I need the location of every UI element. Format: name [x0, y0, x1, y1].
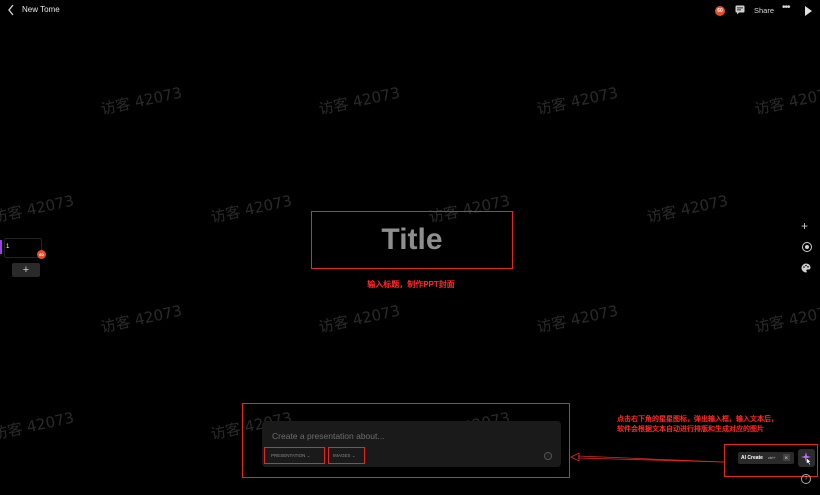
watermark: 访客 42073 [317, 301, 402, 337]
watermark: 访客 42073 [535, 83, 620, 119]
play-icon[interactable] [805, 6, 812, 16]
info-icon[interactable]: i [544, 452, 552, 460]
chevron-left-icon [8, 4, 14, 16]
help-button[interactable]: ? [801, 474, 811, 484]
annotation-line: 点击右下角的星星图标，弹出输入框，输入文本后， [617, 416, 778, 423]
share-button[interactable]: Share [754, 6, 774, 15]
sparkle-icon [801, 452, 812, 466]
images-select[interactable]: IMAGES ⌄ [328, 447, 365, 464]
watermark: 访客 42073 [99, 301, 184, 337]
title-annotation-text: 输入标题，制作PPT封面 [367, 280, 455, 289]
plus-icon[interactable]: + [801, 219, 808, 233]
title-annotation-box: Title [311, 211, 513, 269]
watermark: 访客 42073 [645, 191, 730, 227]
watermark: 访客 42073 [0, 191, 76, 227]
ai-create-button[interactable] [798, 449, 815, 467]
tome-editor: New Tome 60 Share ••• 访客 42073 访客 42073 … [0, 0, 820, 495]
back-button[interactable] [6, 3, 20, 19]
add-slide-button[interactable]: + [12, 263, 40, 277]
watermark: 访客 42073 [317, 83, 402, 119]
prompt-input[interactable] [272, 430, 542, 442]
presentation-type-select[interactable]: PRESENTATION ⌄ [264, 447, 325, 464]
document-title[interactable]: New Tome [22, 5, 60, 14]
annotation-line: 软件会根据文本自动进行排版和生成对应的图片 [617, 426, 764, 433]
top-bar: New Tome 60 Share ••• [0, 0, 820, 22]
watermark: 访客 42073 [753, 83, 820, 119]
watermark: 访客 42073 [99, 83, 184, 119]
watermark: 访客 42073 [753, 301, 820, 337]
active-slide-indicator [0, 240, 2, 254]
shortcut-key: K [783, 454, 790, 461]
record-icon[interactable] [802, 242, 812, 252]
ai-create-shortcut: ctrl+ [768, 455, 776, 460]
annotation-arrow [570, 452, 725, 463]
watermark: 访客 42073 [0, 408, 76, 444]
ai-create-annotation-text: 点击右下角的星星图标，弹出输入框，输入文本后， 软件会根据文本自动进行排版和生成… [617, 415, 817, 435]
comment-icon[interactable] [735, 5, 745, 15]
watermark: 访客 42073 [209, 191, 294, 227]
more-options-button[interactable]: ••• [782, 2, 790, 13]
slide-collaborator-badge: 60 [37, 250, 46, 259]
user-avatar[interactable]: 60 [715, 6, 725, 16]
watermark: 访客 42073 [535, 301, 620, 337]
palette-icon[interactable] [801, 263, 811, 273]
slide-title[interactable]: Title [312, 223, 512, 257]
slide-number: 1 [6, 244, 10, 250]
